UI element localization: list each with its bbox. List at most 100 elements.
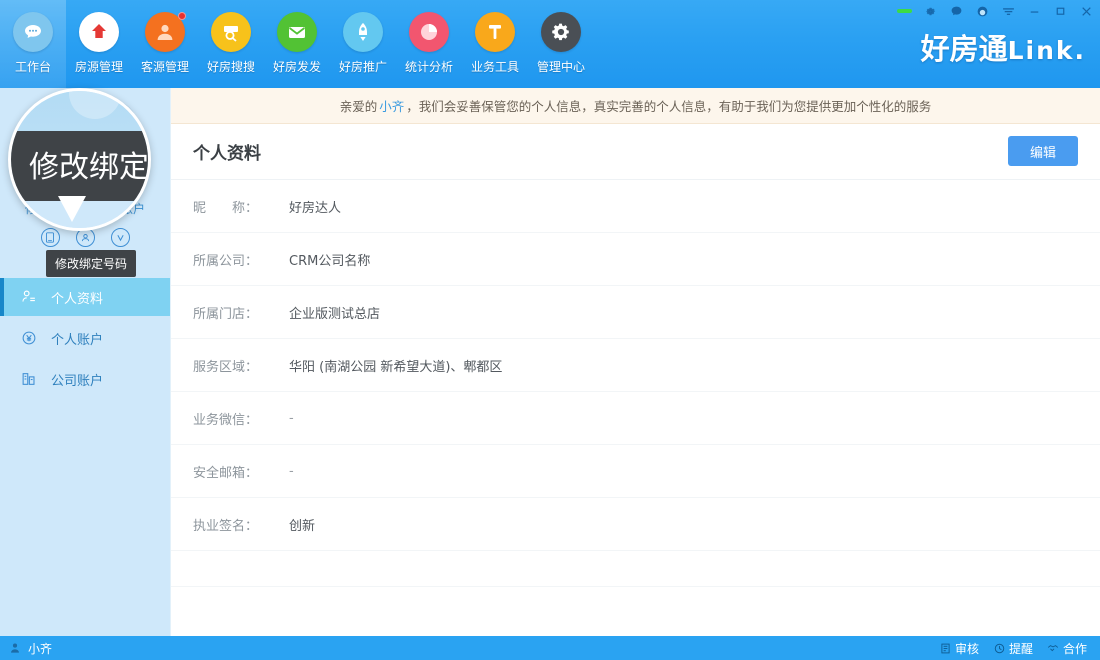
table-row: 所属公司： CRM公司名称 — [171, 233, 1100, 286]
nav-label: 客源管理 — [141, 58, 189, 75]
magnified-tooltip: 修改绑定号码 — [9, 131, 151, 201]
page-header: 个人资料 编辑 — [171, 124, 1100, 180]
table-row: 昵 称： 好房达人 — [171, 180, 1100, 233]
sidebar-item-label: 个人资料 — [51, 288, 103, 307]
status-bar: 小齐 审核 提醒 合作 — [0, 636, 1100, 660]
field-label: 业务微信： — [193, 409, 271, 428]
status-user[interactable]: 小齐 — [8, 640, 52, 657]
edit-button[interactable]: 编辑 — [1008, 136, 1078, 166]
nav-item-statistics[interactable]: 统计分析 — [396, 0, 462, 88]
settings-gear-icon — [541, 12, 581, 52]
status-button-label: 审核 — [955, 640, 979, 657]
envelope-icon — [277, 12, 317, 52]
user-avatar-icon — [8, 642, 21, 655]
table-row: 所属门店： 企业版测试总店 — [171, 286, 1100, 339]
user-profile-icon — [20, 289, 37, 306]
search-box-icon — [211, 12, 251, 52]
sidebar-item-company-account[interactable]: 公司账户 — [0, 360, 170, 398]
notification-dot — [178, 12, 186, 20]
nav-label: 好房推广 — [339, 58, 387, 75]
brand-en: Link. — [1008, 36, 1086, 65]
profile-field-list: 昵 称： 好房达人 所属公司： CRM公司名称 所属门店： 企业版测试总店 服务… — [171, 180, 1100, 587]
verified-badge[interactable] — [111, 228, 130, 247]
nav-item-promote[interactable]: 好房推广 — [330, 0, 396, 88]
sidebar-item-personal-account[interactable]: 个人账户 — [0, 319, 170, 357]
status-green-bar[interactable] — [897, 4, 912, 19]
table-row: 业务微信： - — [171, 392, 1100, 445]
notice-username: 小齐 — [379, 96, 404, 115]
page-title: 个人资料 — [193, 139, 261, 164]
field-value: 华阳 (南湖公园 新希望大道)、郫都区 — [289, 356, 502, 375]
field-value: CRM公司名称 — [289, 250, 370, 269]
yen-circle-icon — [20, 330, 37, 347]
sidebar-menu: 个人资料 个人账户 公司账户 — [0, 278, 170, 398]
field-label: 昵 称： — [193, 197, 271, 216]
nav-item-workbench[interactable]: 工作台 — [0, 0, 66, 88]
app-brand: 好房通Link. — [921, 26, 1086, 68]
phone-binding-badge[interactable] — [41, 228, 60, 247]
field-value: 企业版测试总店 — [289, 303, 380, 322]
table-row: 执业签名： 创新 — [171, 498, 1100, 551]
field-label: 安全邮箱： — [193, 462, 271, 481]
nav-label: 管理中心 — [537, 58, 585, 75]
title-bar: 好房通Link. 工作台 房源管理 客源管理 好房搜搜 — [0, 0, 1100, 88]
hammer-icon — [475, 12, 515, 52]
field-value: 好房达人 — [289, 197, 341, 216]
nav-label: 统计分析 — [405, 58, 453, 75]
table-row: 服务区域： 华阳 (南湖公园 新希望大道)、郫都区 — [171, 339, 1100, 392]
status-button-reminder[interactable]: 提醒 — [988, 639, 1038, 658]
sidebar-item-label: 个人账户 — [51, 329, 103, 348]
sidebar-item-label: 公司账户 — [51, 370, 103, 389]
nav-item-publish[interactable]: 好房发发 — [264, 0, 330, 88]
main-content: 亲爱的 小齐 ，我们会妥善保管您的个人信息，真实完善的个人信息，有助于我们为您提… — [170, 88, 1100, 636]
status-button-cooperation[interactable]: 合作 — [1042, 639, 1092, 658]
nav-label: 好房搜搜 — [207, 58, 255, 75]
status-button-review[interactable]: 审核 — [934, 639, 984, 658]
house-arrow-icon — [79, 12, 119, 52]
field-label: 所属门店： — [193, 303, 271, 322]
gear-icon[interactable] — [923, 4, 938, 19]
nav-item-clients[interactable]: 客源管理 — [132, 0, 198, 88]
nav-item-admin[interactable]: 管理中心 — [528, 0, 594, 88]
nav-item-tools[interactable]: 业务工具 — [462, 0, 528, 88]
status-actions: 审核 提醒 合作 — [934, 639, 1092, 658]
nav-label: 房源管理 — [75, 58, 123, 75]
maximize-icon[interactable] — [1053, 4, 1068, 19]
status-username: 小齐 — [28, 640, 52, 657]
chat-icon[interactable] — [949, 4, 964, 19]
pie-chart-icon — [409, 12, 449, 52]
privacy-notice-banner: 亲爱的 小齐 ，我们会妥善保管您的个人信息，真实完善的个人信息，有助于我们为您提… — [171, 88, 1100, 124]
magnifier-pointer — [58, 196, 86, 222]
nav-label: 好房发发 — [273, 58, 321, 75]
brand-cn: 好房通 — [921, 32, 1008, 66]
document-review-icon — [939, 642, 952, 655]
list-end-divider — [171, 551, 1100, 587]
nav-label: 业务工具 — [471, 58, 519, 75]
collapse-icon[interactable] — [1001, 4, 1016, 19]
clock-reminder-icon — [993, 642, 1006, 655]
nav-label: 工作台 — [15, 58, 51, 75]
notice-suffix: ，我们会妥善保管您的个人信息，真实完善的个人信息，有助于我们为您提供更加个性化的… — [406, 96, 931, 115]
verification-badges — [0, 228, 170, 247]
status-button-label: 合作 — [1063, 640, 1087, 657]
notice-prefix: 亲爱的 — [340, 96, 378, 115]
field-value: - — [289, 411, 294, 426]
chat-bubble-icon — [13, 12, 53, 52]
building-icon — [20, 371, 37, 388]
field-label: 执业签名： — [193, 515, 271, 534]
window-controls — [897, 2, 1094, 20]
face-icon[interactable] — [975, 4, 990, 19]
close-icon[interactable] — [1079, 4, 1094, 19]
field-label: 所属公司： — [193, 250, 271, 269]
table-row: 安全邮箱： - — [171, 445, 1100, 498]
main-navigation: 工作台 房源管理 客源管理 好房搜搜 好房发发 — [0, 0, 594, 88]
handshake-icon — [1047, 642, 1060, 655]
field-label: 服务区域： — [193, 356, 271, 375]
rocket-icon — [343, 12, 383, 52]
sidebar-item-personal-profile[interactable]: 个人资料 — [0, 278, 170, 316]
minimize-icon[interactable] — [1027, 4, 1042, 19]
binding-tooltip: 修改绑定号码 — [46, 250, 136, 277]
nav-item-listings[interactable]: 房源管理 — [66, 0, 132, 88]
field-value: - — [289, 464, 294, 479]
nav-item-search[interactable]: 好房搜搜 — [198, 0, 264, 88]
